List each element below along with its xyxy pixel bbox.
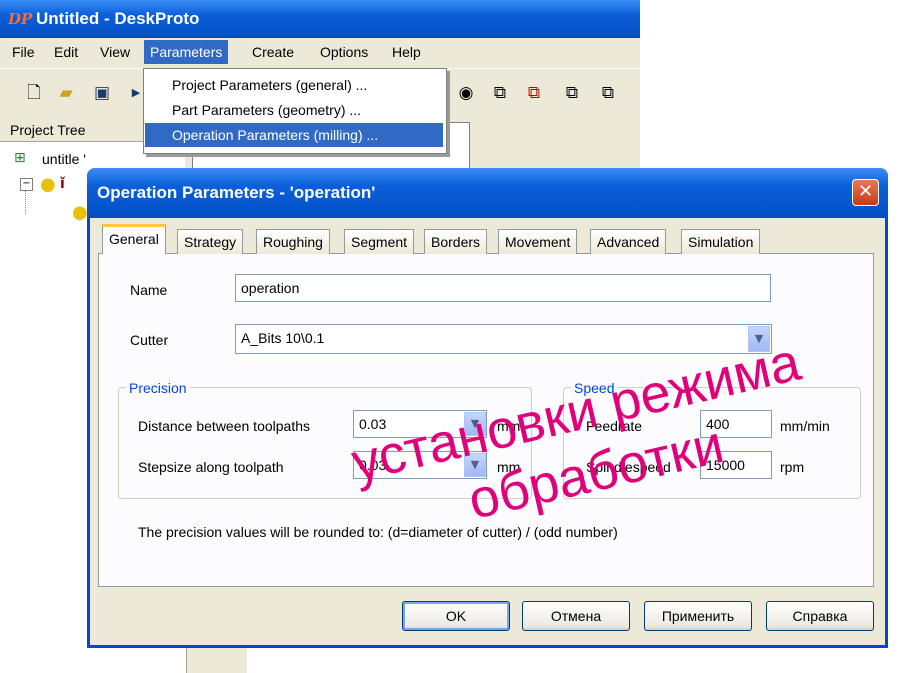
- menu-item-part-parameters[interactable]: Part Parameters (geometry) ...: [145, 98, 443, 122]
- stepsize-dropdown-arrow-icon[interactable]: ▼: [464, 453, 486, 477]
- cube-front-icon[interactable]: ⧉: [524, 83, 544, 103]
- cutter-label: Cutter: [130, 332, 169, 348]
- tab-advanced[interactable]: Advanced: [590, 229, 667, 254]
- menu-parameters[interactable]: Parameters: [144, 40, 229, 64]
- distance-dropdown-arrow-icon[interactable]: ▼: [464, 412, 486, 436]
- feedrate-label: Feedrate: [586, 418, 643, 434]
- cutter-dropdown-arrow-icon[interactable]: ▼: [748, 326, 770, 352]
- dialog-title: Operation Parameters - 'operation': [97, 183, 376, 202]
- project-tree-title: Project Tree: [10, 122, 86, 138]
- eye-icon[interactable]: ◉: [456, 83, 476, 103]
- rounding-note: The precision values will be rounded to:…: [138, 524, 618, 540]
- feedrate-unit: mm/min: [780, 418, 830, 434]
- tab-borders[interactable]: Borders: [424, 229, 488, 254]
- tab-general[interactable]: General: [102, 224, 166, 254]
- precision-group: [118, 387, 532, 499]
- operation-bulb-icon: ●: [72, 202, 88, 223]
- open-folder-icon[interactable]: ▰: [56, 83, 76, 103]
- distance-label: Distance between toolpaths: [138, 418, 310, 434]
- cube-view-icon[interactable]: ⧉: [490, 83, 510, 103]
- name-input[interactable]: operation: [235, 274, 771, 302]
- tree-root-label[interactable]: untitle ': [42, 151, 86, 167]
- project-icon: ⊞: [14, 150, 26, 166]
- stepsize-label: Stepsize along toolpath: [138, 459, 284, 475]
- tab-roughing[interactable]: Roughing: [256, 229, 330, 254]
- save-icon[interactable]: ▣: [92, 83, 112, 103]
- distance-unit: mm: [497, 418, 521, 434]
- menu-options[interactable]: Options: [316, 44, 372, 60]
- close-icon[interactable]: ✕: [852, 179, 879, 206]
- tab-movement[interactable]: Movement: [498, 229, 578, 254]
- cutter-select[interactable]: A_Bits 10\0.1: [235, 324, 772, 354]
- window-title: Untitled - DeskProto: [36, 9, 200, 28]
- ok-button[interactable]: OK: [402, 601, 510, 631]
- spindlespeed-input[interactable]: 15000: [700, 451, 772, 479]
- speed-group: [563, 387, 861, 499]
- tab-strategy[interactable]: Strategy: [177, 229, 244, 254]
- apply-button[interactable]: Применить: [644, 601, 752, 631]
- cube-top-icon[interactable]: ⧉: [598, 83, 618, 103]
- app-logo-icon: DP: [8, 10, 33, 28]
- tab-segment[interactable]: Segment: [344, 229, 415, 254]
- menubar: File Edit View Parameters Create Options…: [0, 38, 640, 68]
- spindlespeed-unit: rpm: [780, 459, 805, 475]
- menu-item-project-parameters[interactable]: Project Parameters (general) ...: [145, 73, 443, 97]
- cancel-button[interactable]: Отмена: [522, 601, 630, 631]
- menu-file[interactable]: File: [8, 44, 39, 60]
- stepsize-unit: mm: [497, 459, 521, 475]
- help-button[interactable]: Справка: [766, 601, 874, 631]
- menu-item-operation-parameters[interactable]: Operation Parameters (milling) ...: [145, 123, 443, 147]
- feedrate-input[interactable]: 400: [700, 410, 772, 438]
- menu-edit[interactable]: Edit: [50, 44, 82, 60]
- tree-expander[interactable]: −: [20, 178, 33, 191]
- speed-group-title: Speed: [571, 380, 618, 396]
- tab-simulation[interactable]: Simulation: [681, 229, 761, 254]
- parameters-dropdown: Project Parameters (general) ... Part Pa…: [143, 68, 447, 154]
- new-file-icon[interactable]: 🗋: [24, 83, 44, 103]
- spindlespeed-label: Spindlespeed: [586, 459, 671, 475]
- menu-create[interactable]: Create: [248, 44, 298, 60]
- precision-group-title: Precision: [126, 380, 190, 396]
- name-label: Name: [130, 282, 168, 298]
- part-icon: ǐ: [60, 176, 65, 192]
- menu-view[interactable]: View: [96, 44, 134, 60]
- tree-line: [25, 190, 26, 214]
- bulb-icon: ●: [40, 174, 56, 195]
- cube-side-icon[interactable]: ⧉: [562, 83, 582, 103]
- menu-help[interactable]: Help: [388, 44, 425, 60]
